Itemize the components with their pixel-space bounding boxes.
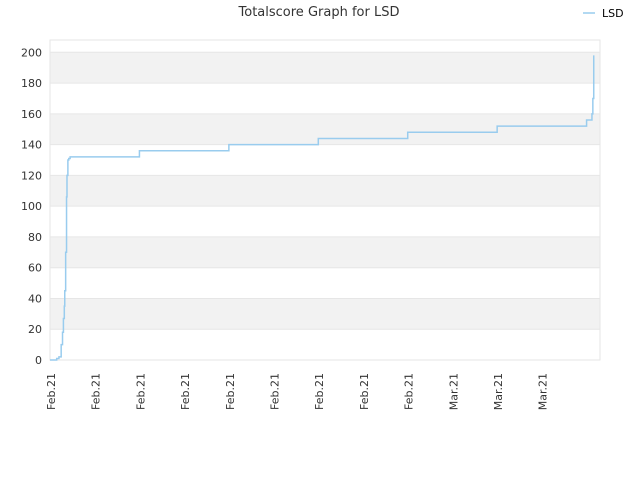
y-axis-tick-labels: 0 20 40 60 80 100 120 140 160 180 200 (21, 46, 42, 367)
legend-label-lsd: LSD (602, 7, 624, 20)
y-tick-label: 0 (35, 354, 42, 367)
chart-title: Totalscore Graph for LSD (238, 5, 400, 20)
x-tick-label: Feb.21 (179, 373, 192, 410)
plot-band (50, 175, 600, 207)
x-tick-label: Mar.21 (537, 373, 550, 410)
y-tick-label: 120 (21, 169, 42, 182)
plot-band (50, 52, 600, 84)
x-tick-label: Feb.21 (269, 373, 282, 410)
y-tick-label: 180 (21, 77, 42, 90)
y-tick-label: 200 (21, 46, 42, 59)
y-tick-label: 80 (28, 231, 42, 244)
plot-band (50, 236, 600, 268)
y-tick-label: 100 (21, 200, 42, 213)
x-tick-label: Feb.21 (45, 373, 58, 410)
legend[interactable]: LSD (583, 7, 624, 20)
y-tick-label: 160 (21, 108, 42, 121)
y-tick-label: 60 (28, 262, 42, 275)
y-tick-label: 20 (28, 323, 42, 336)
x-axis-tick-labels: Feb.21 Feb.21 Feb.21 Feb.21 Feb.21 Feb.21 Feb.… (45, 373, 550, 410)
x-tick-label: Feb.21 (90, 373, 103, 410)
y-tick-label: 40 (28, 292, 42, 305)
y-tick-label: 140 (21, 139, 42, 152)
x-tick-label: Feb.21 (224, 373, 237, 410)
plot-band (50, 113, 600, 145)
x-tick-label: Mar.21 (447, 373, 460, 410)
x-tick-label: Feb.21 (358, 373, 371, 410)
score-line-chart: 020406080100120140160180200 Feb.21 Feb.21… (21, 5, 624, 410)
x-tick-label: Feb.21 (403, 373, 416, 410)
x-tick-label: Mar.21 (492, 373, 505, 410)
x-tick-label: Feb.21 (134, 373, 147, 410)
plot-background-bands (50, 52, 600, 330)
plot-band (50, 298, 600, 330)
x-tick-label: Feb.21 (313, 373, 326, 410)
